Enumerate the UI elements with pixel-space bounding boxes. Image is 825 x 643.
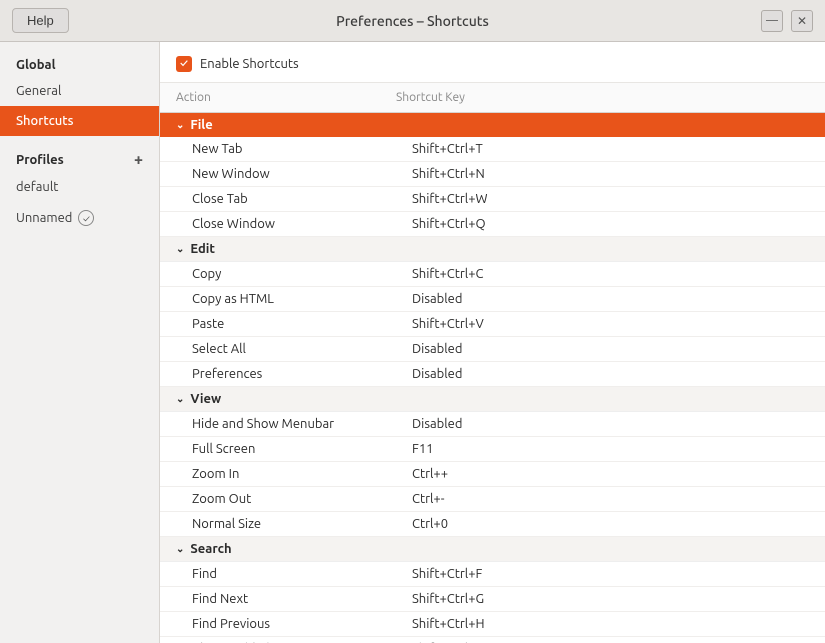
action-cell: New Tab <box>192 142 412 156</box>
group-label: Edit <box>190 242 215 256</box>
action-cell: Copy <box>192 267 412 281</box>
profiles-header-label: Profiles <box>16 153 64 167</box>
shortcut-row[interactable]: Normal Size Ctrl+0 <box>160 512 825 537</box>
window-title: Preferences – Shortcuts <box>336 13 489 29</box>
key-cell: Disabled <box>412 292 809 306</box>
key-cell: Shift+Ctrl+H <box>412 617 809 631</box>
default-label: default <box>16 180 58 194</box>
group-label: Search <box>190 542 231 556</box>
action-cell: Paste <box>192 317 412 331</box>
table-header: Action Shortcut Key <box>160 83 825 113</box>
shortcut-row[interactable]: Close Window Shift+Ctrl+Q <box>160 212 825 237</box>
key-cell: Disabled <box>412 342 809 356</box>
main-layout: Global General Shortcuts Profiles + defa… <box>0 42 825 643</box>
shortcut-column-header: Shortcut Key <box>396 87 809 108</box>
group-label: File <box>190 118 212 132</box>
action-cell: Close Tab <box>192 192 412 206</box>
titlebar: Help Preferences – Shortcuts — ✕ <box>0 0 825 42</box>
sidebar-item-unnamed[interactable]: Unnamed ✓ <box>0 202 159 234</box>
action-cell: Preferences <box>192 367 412 381</box>
group-row-search[interactable]: ⌄ Search <box>160 537 825 562</box>
shortcut-row[interactable]: Select All Disabled <box>160 337 825 362</box>
shortcut-row[interactable]: Full Screen F11 <box>160 437 825 462</box>
shortcut-row[interactable]: New Tab Shift+Ctrl+T <box>160 137 825 162</box>
key-cell: F11 <box>412 442 809 456</box>
action-cell: Zoom In <box>192 467 412 481</box>
close-button[interactable]: ✕ <box>791 10 813 32</box>
shortcut-row[interactable]: Paste Shift+Ctrl+V <box>160 312 825 337</box>
enable-shortcuts-checkbox[interactable] <box>176 56 192 72</box>
key-cell: Shift+Ctrl+N <box>412 167 809 181</box>
group-row-file[interactable]: ⌄ File <box>160 113 825 137</box>
shortcut-row[interactable]: Find Next Shift+Ctrl+G <box>160 587 825 612</box>
sidebar-item-default[interactable]: default <box>0 172 159 202</box>
chevron-icon: ⌄ <box>176 543 184 555</box>
chevron-icon: ⌄ <box>176 243 184 255</box>
group-row-view[interactable]: ⌄ View <box>160 387 825 412</box>
key-cell: Shift+Ctrl+V <box>412 317 809 331</box>
key-cell: Disabled <box>412 417 809 431</box>
shortcut-row[interactable]: Hide and Show Menubar Disabled <box>160 412 825 437</box>
chevron-icon: ⌄ <box>176 119 184 131</box>
action-cell: Select All <box>192 342 412 356</box>
shortcut-row[interactable]: Copy Shift+Ctrl+C <box>160 262 825 287</box>
action-cell: Normal Size <box>192 517 412 531</box>
global-header: Global <box>0 50 159 76</box>
action-cell: Close Window <box>192 217 412 231</box>
action-cell: Find <box>192 567 412 581</box>
key-cell: Ctrl+- <box>412 492 809 506</box>
enable-shortcuts-row: Enable Shortcuts <box>160 42 825 83</box>
unnamed-label: Unnamed <box>16 211 72 225</box>
shortcut-row[interactable]: Clear Highlight Shift+Ctrl+L <box>160 637 825 643</box>
action-cell: Full Screen <box>192 442 412 456</box>
shortcut-row[interactable]: New Window Shift+Ctrl+N <box>160 162 825 187</box>
minimize-button[interactable]: — <box>761 10 783 32</box>
help-button[interactable]: Help <box>12 8 69 33</box>
key-cell: Ctrl++ <box>412 467 809 481</box>
key-cell: Shift+Ctrl+G <box>412 592 809 606</box>
shortcut-row[interactable]: Zoom Out Ctrl+- <box>160 487 825 512</box>
chevron-icon: ⌄ <box>176 393 184 405</box>
action-cell: Find Next <box>192 592 412 606</box>
key-cell: Disabled <box>412 367 809 381</box>
action-cell: Zoom Out <box>192 492 412 506</box>
sidebar-item-shortcuts[interactable]: Shortcuts <box>0 106 159 136</box>
action-column-header: Action <box>176 87 396 108</box>
content-area: Enable Shortcuts Action Shortcut Key ⌄ Fi… <box>160 42 825 643</box>
shortcut-row[interactable]: Preferences Disabled <box>160 362 825 387</box>
shortcut-row[interactable]: Find Previous Shift+Ctrl+H <box>160 612 825 637</box>
shortcut-row[interactable]: Zoom In Ctrl++ <box>160 462 825 487</box>
enable-shortcuts-label: Enable Shortcuts <box>200 57 299 71</box>
action-cell: Copy as HTML <box>192 292 412 306</box>
shortcut-row[interactable]: Find Shift+Ctrl+F <box>160 562 825 587</box>
shortcuts-table: ⌄ File New Tab Shift+Ctrl+T New Window Sh… <box>160 113 825 643</box>
key-cell: Shift+Ctrl+C <box>412 267 809 281</box>
key-cell: Shift+Ctrl+Q <box>412 217 809 231</box>
sidebar: Global General Shortcuts Profiles + defa… <box>0 42 160 643</box>
key-cell: Ctrl+0 <box>412 517 809 531</box>
window-controls: — ✕ <box>761 10 813 32</box>
action-cell: Find Previous <box>192 617 412 631</box>
key-cell: Shift+Ctrl+F <box>412 567 809 581</box>
key-cell: Shift+Ctrl+T <box>412 142 809 156</box>
group-label: View <box>190 392 221 406</box>
profiles-section: Profiles + <box>0 144 159 172</box>
check-circle-icon: ✓ <box>78 210 94 226</box>
action-cell: Hide and Show Menubar <box>192 417 412 431</box>
action-cell: New Window <box>192 167 412 181</box>
sidebar-item-general[interactable]: General <box>0 76 159 106</box>
shortcut-row[interactable]: Close Tab Shift+Ctrl+W <box>160 187 825 212</box>
key-cell: Shift+Ctrl+W <box>412 192 809 206</box>
group-row-edit[interactable]: ⌄ Edit <box>160 237 825 262</box>
add-profile-button[interactable]: + <box>134 152 143 168</box>
shortcut-row[interactable]: Copy as HTML Disabled <box>160 287 825 312</box>
